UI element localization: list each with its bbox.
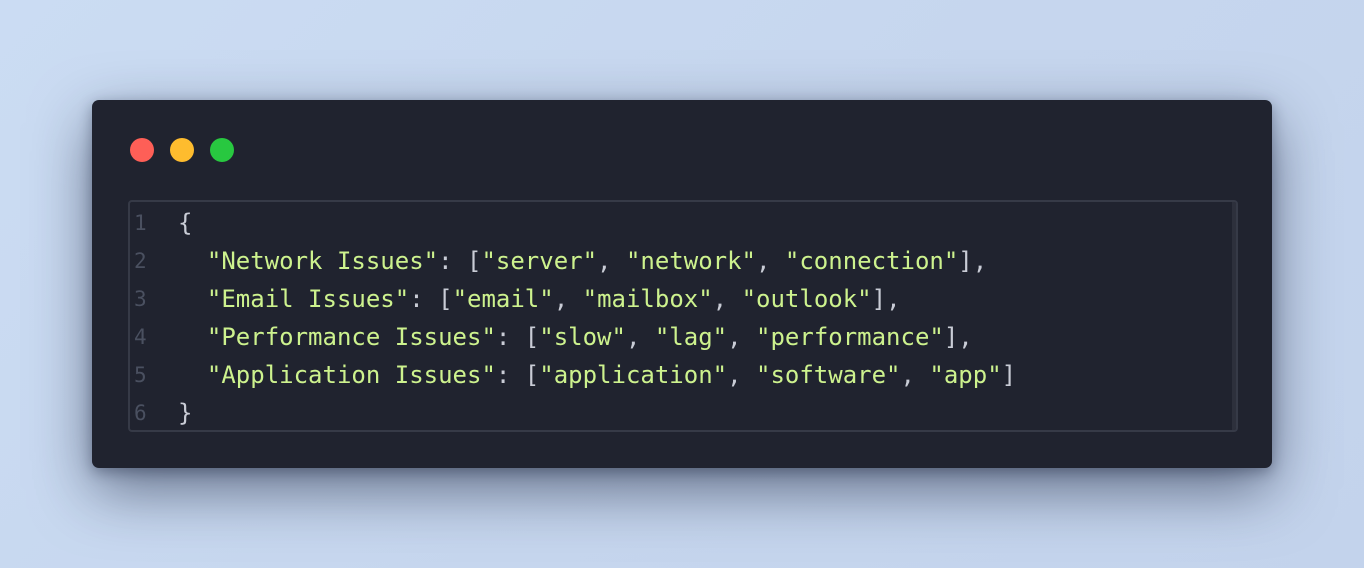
json-string: "application"	[539, 361, 728, 389]
json-key: "Email Issues"	[206, 285, 410, 313]
json-string: "software"	[756, 361, 901, 389]
code-line: 1 {	[130, 204, 217, 242]
code-window: 1 { 2 "Network Issues": ["server", "netw…	[92, 100, 1272, 468]
json-string: "slow"	[539, 323, 626, 351]
code-line: 6 }	[130, 394, 217, 430]
code-line: 4 "Performance Issues": ["slow", "lag", …	[130, 318, 973, 356]
line-number: 3	[134, 287, 147, 311]
close-brace: }	[178, 399, 193, 427]
code-line: 3 "Email Issues": ["email", "mailbox", "…	[130, 280, 901, 318]
json-string: "outlook"	[741, 285, 872, 313]
json-key: "Network Issues"	[206, 247, 439, 275]
open-brace: {	[178, 209, 193, 237]
code-line: 2 "Network Issues": ["server", "network"…	[130, 242, 987, 280]
json-string: "server"	[481, 247, 598, 275]
code-editor[interactable]: 1 { 2 "Network Issues": ["server", "netw…	[128, 200, 1238, 432]
json-string: "email"	[452, 285, 554, 313]
json-string: "network"	[625, 247, 756, 275]
close-window-button[interactable]	[130, 138, 154, 162]
json-key: "Application Issues"	[206, 361, 496, 389]
line-number: 4	[134, 325, 147, 349]
json-key: "Performance Issues"	[206, 323, 496, 351]
json-string: "mailbox"	[582, 285, 713, 313]
minimize-window-button[interactable]	[170, 138, 194, 162]
json-string: "app"	[929, 361, 1002, 389]
line-number: 5	[134, 363, 147, 387]
line-number: 6	[134, 401, 147, 425]
code-line: 5 "Application Issues": ["application", …	[130, 356, 1016, 394]
maximize-window-button[interactable]	[210, 138, 234, 162]
line-number: 1	[134, 211, 147, 235]
line-number: 2	[134, 249, 147, 273]
json-string: "performance"	[756, 323, 944, 351]
json-string: "lag"	[654, 323, 728, 351]
json-string: "connection"	[784, 247, 959, 275]
